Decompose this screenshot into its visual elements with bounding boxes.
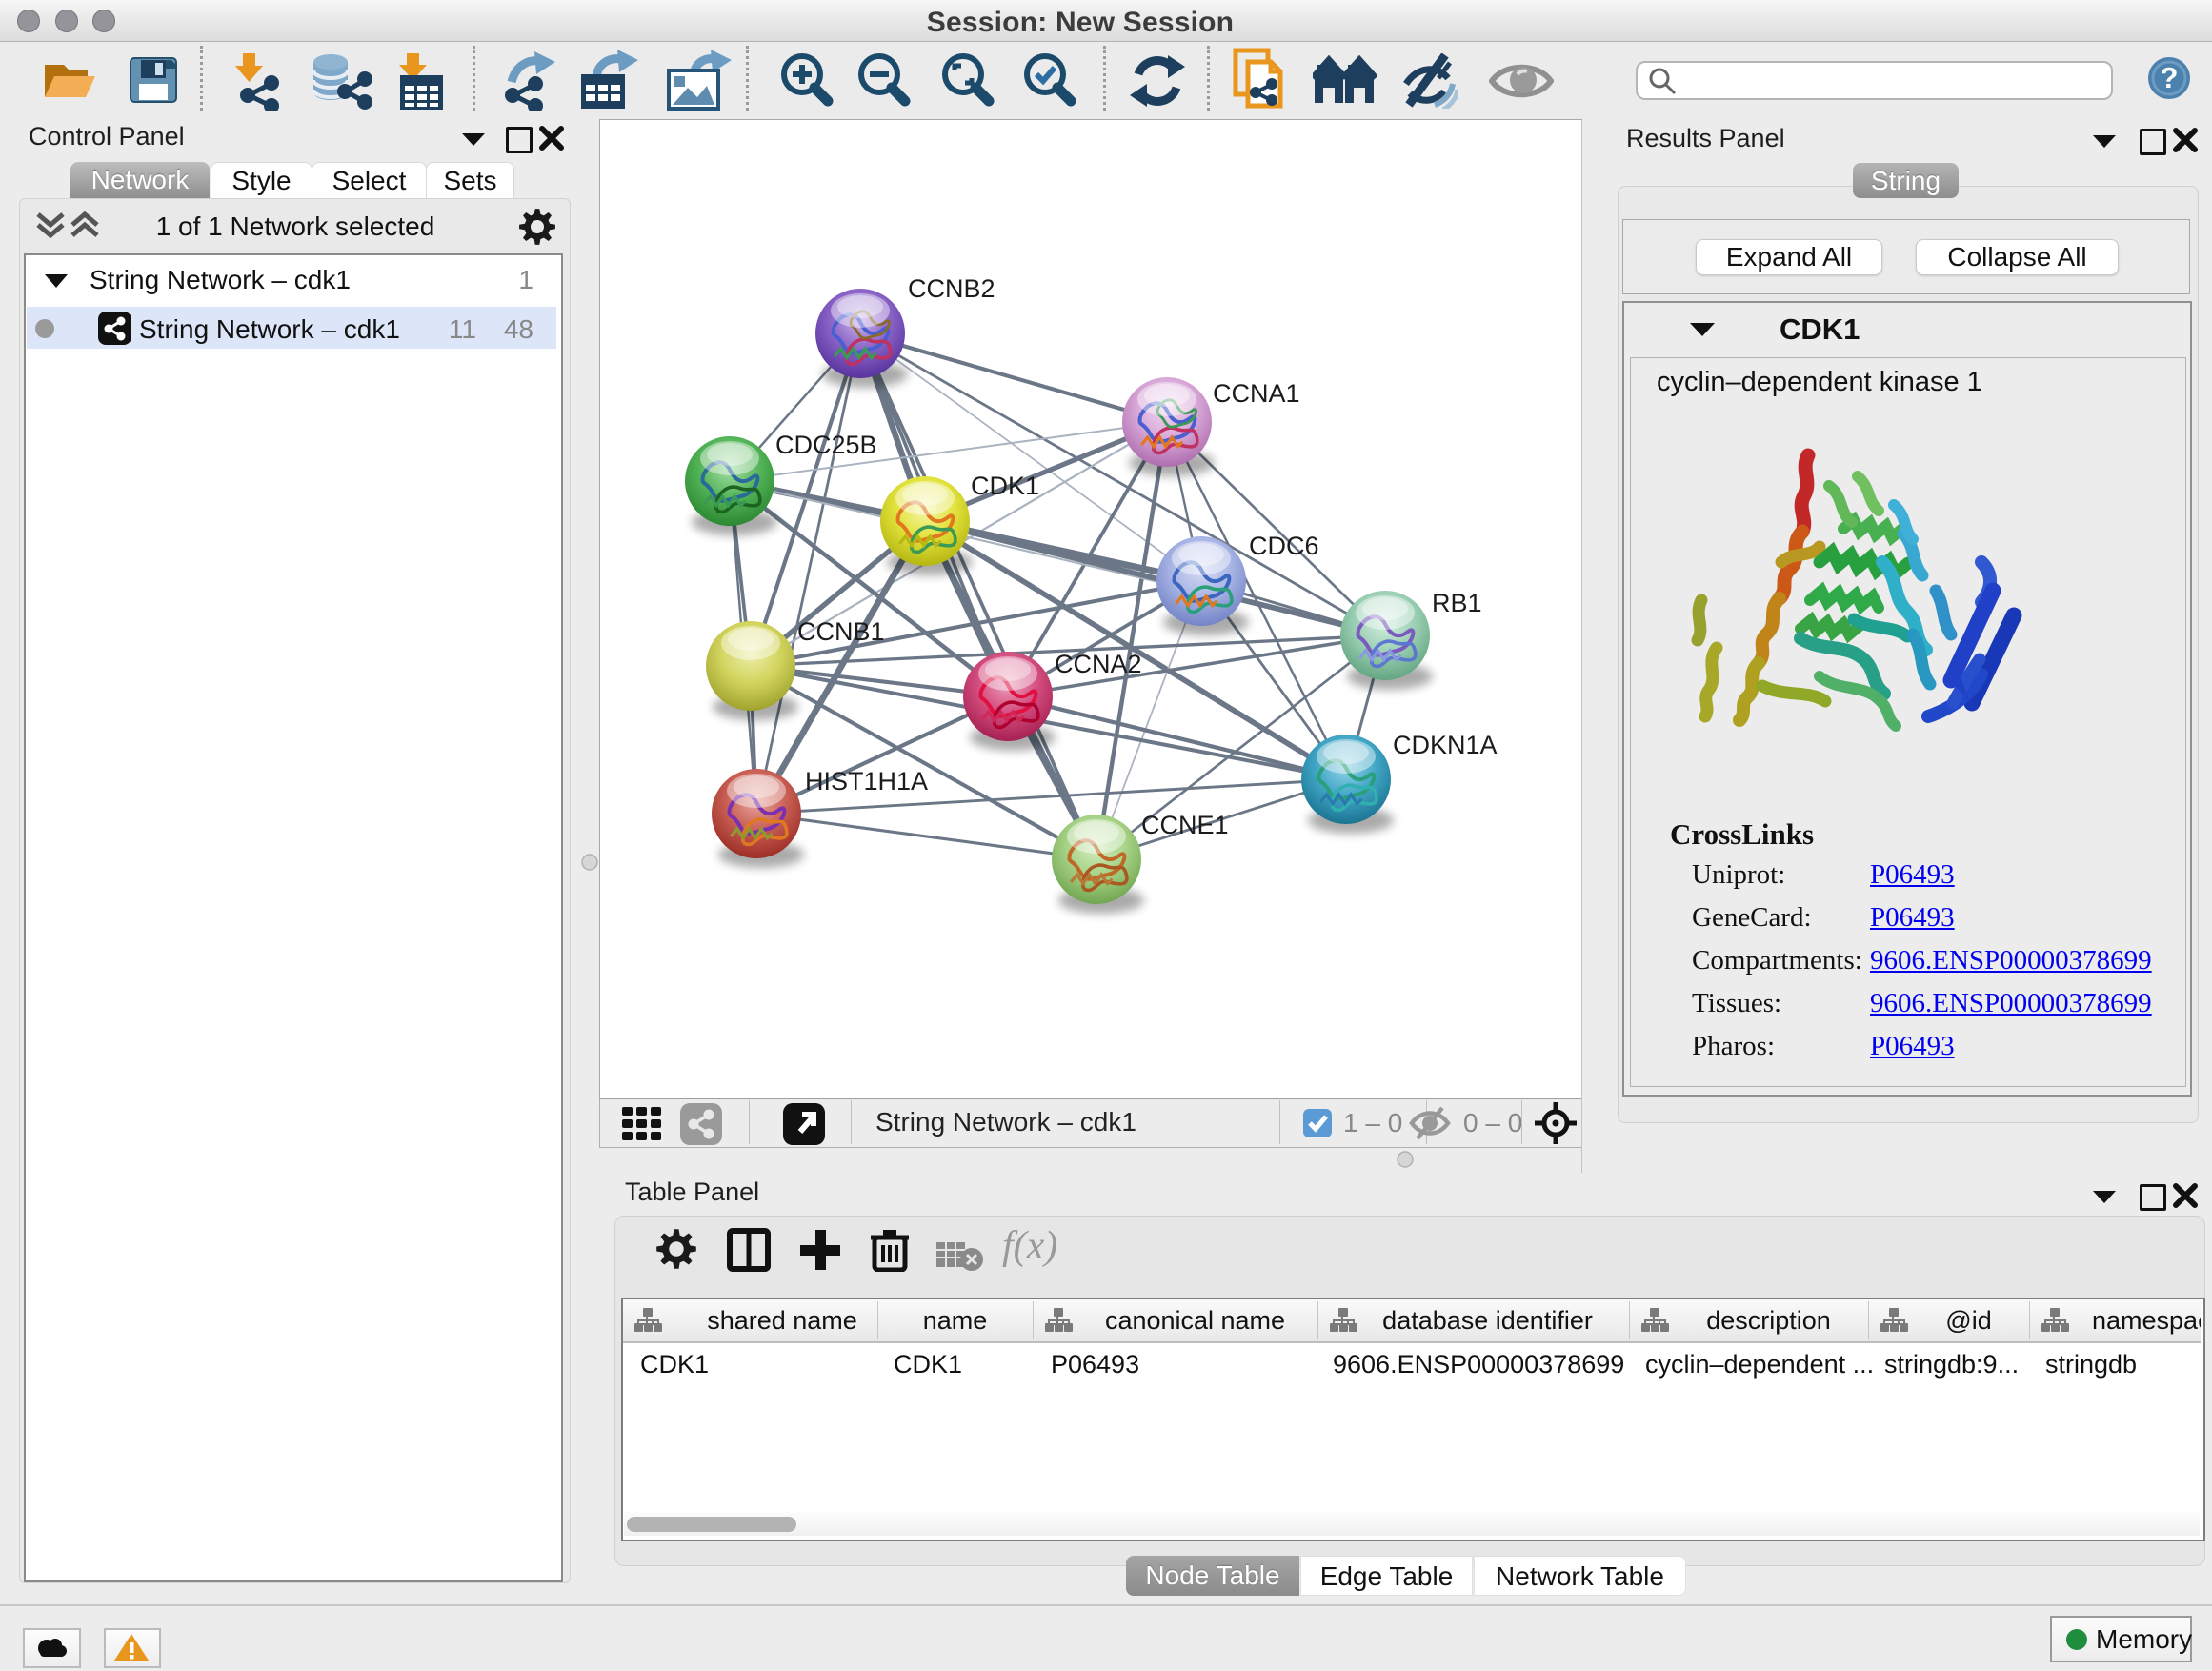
svg-text:CCNA1: CCNA1 xyxy=(1213,379,1300,408)
svg-text:CDC25B: CDC25B xyxy=(775,431,877,459)
svg-text:CDC6: CDC6 xyxy=(1249,532,1319,560)
svg-text:CCNB1: CCNB1 xyxy=(797,617,885,646)
svg-text:HIST1H1A: HIST1H1A xyxy=(805,767,928,795)
svg-text:RB1: RB1 xyxy=(1432,589,1482,617)
svg-text:CDK1: CDK1 xyxy=(971,472,1039,500)
svg-text:?: ? xyxy=(2161,61,2179,94)
svg-text:CCNE1: CCNE1 xyxy=(1141,811,1229,839)
svg-text:CCNB2: CCNB2 xyxy=(908,274,995,303)
svg-text:CCNA2: CCNA2 xyxy=(1055,650,1142,678)
svg-text:CDKN1A: CDKN1A xyxy=(1393,731,1498,759)
